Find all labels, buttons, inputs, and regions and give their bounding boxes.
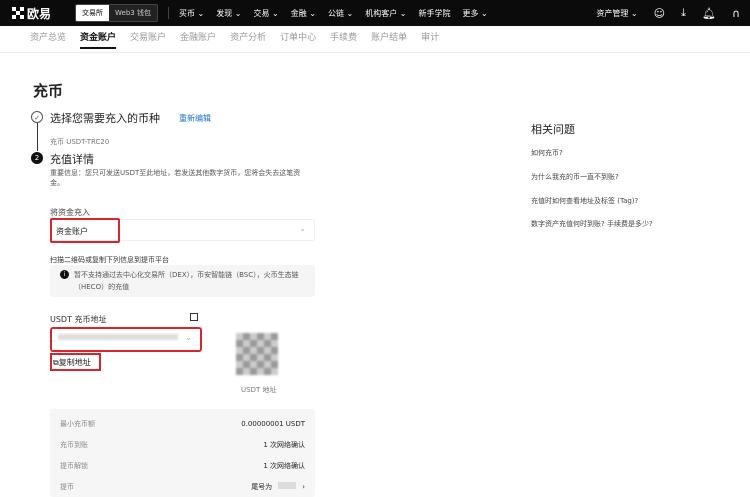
info-row: 充币到账 1 次网络确认 bbox=[60, 440, 305, 449]
tab-web3-wallet[interactable]: Web3 钱包 bbox=[109, 5, 157, 21]
info-row: 最小充币额 0.00000001 USDT bbox=[60, 419, 305, 428]
okx-logo-icon bbox=[12, 7, 24, 19]
top-nav-bar: 欧易 交易所 Web3 钱包 买币 ⌄ 发现 ⌄ 交易 ⌄ 金融 ⌄ 公链 ⌄ … bbox=[0, 0, 750, 26]
qr-toggle-icon[interactable] bbox=[190, 313, 198, 321]
menu-finance[interactable]: 金融 ⌄ bbox=[291, 8, 316, 19]
menu-more[interactable]: 更多 ⌄ bbox=[462, 8, 487, 19]
menu-discover[interactable]: 发现 ⌄ bbox=[216, 8, 241, 19]
download-icon[interactable]: ⤓ bbox=[681, 6, 686, 20]
copy-address-button[interactable]: ⧉复制地址 bbox=[50, 353, 101, 371]
menu-trade[interactable]: 交易 ⌄ bbox=[253, 8, 278, 19]
selected-coin: 充币 USDT-TRC20 bbox=[50, 138, 110, 146]
info-row[interactable]: 提币 尾号为 › bbox=[50, 476, 315, 497]
tab-audit[interactable]: 审计 bbox=[421, 30, 439, 49]
sub-nav: 资产总览 资金账户 交易账户 金融账户 资产分析 订单中心 手续费 账户结单 审… bbox=[30, 30, 439, 49]
step1-label: 选择您需要充入的币种 bbox=[50, 112, 160, 125]
scan-label: 扫描二维码或复制下列信息到提币平台 bbox=[50, 256, 169, 264]
qr-caption: USDT 地址 bbox=[241, 386, 277, 394]
logo[interactable]: 欧易 bbox=[12, 5, 51, 22]
tab-finance-account[interactable]: 金融账户 bbox=[180, 30, 216, 49]
info-icon: i bbox=[60, 270, 69, 279]
bell-icon[interactable]: 🔔︎ bbox=[702, 7, 716, 20]
step2-label: 充值详情 bbox=[50, 153, 94, 166]
faq-item[interactable]: 为什么我充的币一直不到账? bbox=[531, 172, 619, 182]
faq-item[interactable]: 数字资产充值何时到账? 手续费是多少? bbox=[531, 219, 653, 229]
menu-chain[interactable]: 公链 ⌄ bbox=[328, 8, 353, 19]
info-row: 提币解锁 1 次网络确认 bbox=[60, 461, 305, 470]
check-icon: ✓ bbox=[31, 111, 43, 123]
tab-overview[interactable]: 资产总览 bbox=[30, 30, 66, 49]
tab-fees[interactable]: 手续费 bbox=[330, 30, 357, 49]
address-select[interactable]: ⌄ bbox=[50, 327, 202, 352]
address-value-blurred bbox=[58, 334, 178, 340]
menu-academy[interactable]: 新手学院 bbox=[418, 8, 450, 19]
step-connector bbox=[37, 123, 38, 151]
faq-item[interactable]: 充值时如何查看地址及标签 (Tag)? bbox=[531, 196, 638, 206]
tab-trading-account[interactable]: 交易账户 bbox=[130, 30, 166, 49]
tab-statements[interactable]: 账户结单 bbox=[371, 30, 407, 49]
chevron-right-icon: › bbox=[302, 482, 305, 491]
platform-switch: 交易所 Web3 钱包 bbox=[75, 4, 158, 22]
page-title: 充币 bbox=[33, 82, 64, 100]
faq-title: 相关问题 bbox=[531, 123, 575, 136]
address-label: USDT 充币地址 bbox=[50, 315, 107, 324]
tab-funding-account[interactable]: 资金账户 bbox=[80, 30, 117, 49]
warning-text: 重要信息：您只可发送USDT至此地址，若发送其他数字货币，您将会失去这笔资金。 bbox=[50, 169, 301, 187]
notice-box: i 暂不支持通过去中心化交易所（DEX），币安智能链（BSC），火币生态链（HE… bbox=[50, 265, 315, 297]
highlight-box bbox=[50, 218, 120, 243]
edit-link[interactable]: 重新编辑 bbox=[179, 113, 211, 124]
chevron-down-icon: ⌄ bbox=[299, 224, 306, 233]
asset-management-menu[interactable]: 资产管理 ⌄ bbox=[596, 8, 637, 19]
qr-code bbox=[236, 333, 278, 375]
headset-icon[interactable]: ∩ bbox=[732, 7, 740, 20]
deposit-info-table: 最小充币额 0.00000001 USDT 充币到账 1 次网络确认 提币解锁 1 次… bbox=[50, 409, 315, 497]
divider bbox=[0, 52, 750, 53]
tab-order-center[interactable]: 订单中心 bbox=[280, 30, 316, 49]
account-label: 将资金充入 bbox=[50, 208, 90, 217]
main-menu: 买币 ⌄ 发现 ⌄ 交易 ⌄ 金融 ⌄ 公链 ⌄ 机构客户 ⌄ 新手学院 更多 … bbox=[179, 8, 488, 19]
user-icon[interactable]: ☺ bbox=[654, 7, 665, 20]
chevron-down-icon: ⌄ bbox=[185, 333, 192, 342]
menu-buy[interactable]: 买币 ⌄ bbox=[179, 8, 204, 19]
step2-number: 2 bbox=[31, 152, 43, 164]
faq-item[interactable]: 如何充币? bbox=[531, 148, 563, 158]
tab-exchange[interactable]: 交易所 bbox=[76, 5, 110, 21]
blurred-suffix bbox=[278, 481, 297, 489]
divider bbox=[167, 7, 169, 19]
tab-asset-analysis[interactable]: 资产分析 bbox=[230, 30, 266, 49]
menu-institutional[interactable]: 机构客户 ⌄ bbox=[365, 8, 406, 19]
